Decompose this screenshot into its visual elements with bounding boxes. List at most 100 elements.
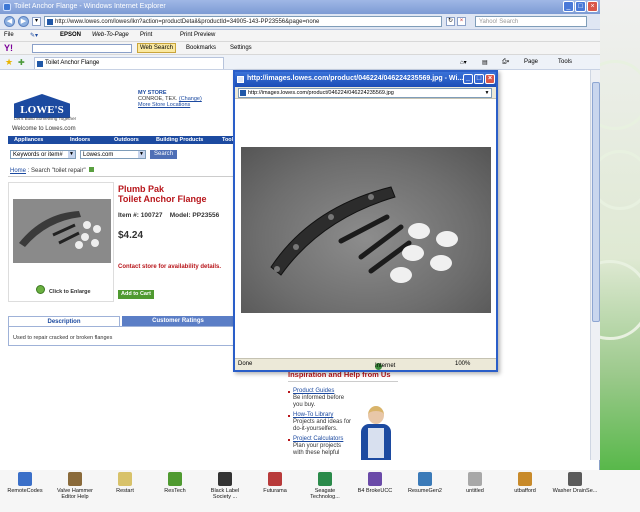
dropdown-history-icon[interactable]: ▾ [32, 17, 41, 26]
nav-outdoors[interactable]: Outdoors [114, 137, 139, 143]
tab-customer-ratings[interactable]: Customer Ratings [122, 316, 234, 326]
shortcut-label: Futurama [263, 488, 287, 494]
forward-button[interactable]: ▶ [18, 16, 29, 27]
product-guides-link[interactable]: Product Guides [293, 388, 334, 394]
help-item: Project Calculators Plan your projects w… [288, 436, 352, 457]
nav-indoors[interactable]: Indoors [70, 137, 90, 143]
add-to-cart-button[interactable]: Add to Cart [118, 290, 154, 299]
desktop-shortcut[interactable]: ResumeGen2 [402, 472, 448, 510]
chevron-down-icon[interactable]: ▼ [483, 89, 491, 97]
close-button[interactable]: × [587, 1, 598, 12]
window-titlebar: Toilet Anchor Flange - Windows Internet … [0, 0, 600, 14]
page-scrollbar[interactable] [590, 70, 600, 460]
desktop-shortcut[interactable]: RemoteCodes [2, 472, 48, 510]
more-stores-link[interactable]: More Store Locations [138, 102, 190, 108]
zoom-level[interactable]: 100% [455, 361, 470, 367]
refresh-icon[interactable]: ↻ [446, 17, 455, 26]
feeds-icon[interactable]: ▤ [482, 59, 488, 66]
page-icon [240, 90, 246, 96]
chevron-down-icon: ▼ [68, 151, 75, 158]
yahoo-search-input[interactable]: Yahoo! Search [475, 16, 587, 27]
chevron-down-icon: ▼ [138, 151, 145, 158]
bookmarks-button[interactable]: Bookmarks [186, 45, 216, 51]
shortcut-label: RemoteCodes [7, 488, 43, 494]
tab-favicon [37, 61, 43, 67]
print-preview-button[interactable]: Print Preview [180, 32, 215, 38]
popup-titlebar: http://images.lowes.com/product/046224/0… [235, 72, 496, 87]
settings-button[interactable]: Settings [230, 45, 252, 51]
shortcut-label: Washer DrainSe... [552, 488, 598, 494]
tools-menu[interactable]: Tools [558, 59, 572, 65]
popup-close-button[interactable]: × [485, 74, 495, 84]
tab-title: Toilet Anchor Flange [45, 60, 100, 66]
print-icon[interactable]: ⎙▾ [502, 59, 509, 66]
click-to-enlarge[interactable]: Click to Enlarge [49, 289, 91, 295]
edit-icon[interactable]: ✎▾ [30, 32, 38, 39]
address-input[interactable]: http://www.lowes.com/lowes/lkn?action=pr… [44, 16, 442, 27]
stop-icon[interactable]: × [457, 17, 466, 26]
desktop-shortcut[interactable]: B4 BrokeUCC [352, 472, 398, 510]
rss-icon[interactable] [89, 167, 95, 172]
shortcut-icon [18, 472, 32, 486]
home-icon[interactable]: ⌂▾ [460, 59, 467, 66]
desktop-shortcut[interactable]: Valve Hammer Editor Help [52, 472, 98, 510]
category-nav: Appliances Indoors Outdoors Building Pro… [8, 136, 236, 144]
window-title: Toilet Anchor Flange - Windows Internet … [14, 3, 166, 10]
search-placeholder: Yahoo! Search [479, 19, 519, 25]
popup-title: http://images.lowes.com/product/046224/0… [247, 75, 464, 82]
add-favorite-icon[interactable]: ✚ [18, 58, 25, 67]
shortcut-label: untitled [466, 488, 484, 494]
tagline: Let's Build Something Together [14, 116, 77, 121]
model-number-value: Model: PP23556 [169, 212, 220, 219]
back-button[interactable]: ◀ [4, 16, 15, 27]
maximize-button[interactable]: □ [575, 1, 586, 12]
yahoo-toolbar-input[interactable] [32, 44, 132, 53]
popup-maximize-button[interactable]: □ [474, 74, 484, 84]
favorites-star-icon[interactable]: ★ [5, 57, 13, 68]
desktop-shortcut[interactable]: Restart [102, 472, 148, 510]
associate-photo [356, 406, 396, 460]
breadcrumb: Home : Search "toilet repair" [10, 167, 95, 174]
shortcut-icon [318, 472, 332, 486]
nav-building-products[interactable]: Building Products [156, 137, 203, 143]
tab-description[interactable]: Description [8, 316, 120, 326]
tab-toilet-anchor-flange[interactable]: Toilet Anchor Flange [34, 57, 224, 69]
shortcut-icon [368, 472, 382, 486]
breadcrumb-search: : Search "toilet repair" [27, 168, 86, 174]
nav-appliances[interactable]: Appliances [14, 137, 43, 143]
desktop-shortcut[interactable]: utbafford [502, 472, 548, 510]
yahoo-logo[interactable]: Y! [4, 43, 13, 53]
product-thumbnail[interactable] [13, 199, 111, 263]
page-menu[interactable]: Page [524, 59, 538, 65]
epson-menu[interactable]: EPSON [60, 32, 81, 38]
ie-icon [3, 3, 11, 11]
divider [8, 176, 234, 177]
item-number: Item #: 100727 Model: PP23556 [118, 212, 219, 219]
print-button[interactable]: Print [140, 32, 152, 38]
desktop-shortcut[interactable]: untitled [452, 472, 498, 510]
search-type-value: Keywords or item# [13, 152, 63, 158]
desktop-shortcut[interactable]: ResTech [152, 472, 198, 510]
desktop-shortcut[interactable]: Washer DrainSe... [552, 472, 598, 510]
my-store-box: MY STORE CONROE, TEX. (Change) More Stor… [138, 90, 202, 108]
file-menu[interactable]: File [4, 32, 14, 38]
zoom-icon[interactable] [36, 285, 45, 294]
desktop-shortcut[interactable]: Futurama [252, 472, 298, 510]
popup-minimize-button[interactable]: _ [463, 74, 473, 84]
web-search-button[interactable]: Web Search [137, 43, 176, 53]
search-button[interactable]: Search [150, 150, 178, 159]
how-to-library-link[interactable]: How-To Library [293, 412, 333, 418]
popup-address-input[interactable]: http://images.lowes.com/product/046224/0… [238, 88, 492, 98]
project-calculators-link[interactable]: Project Calculators [293, 436, 343, 442]
search-scope-value: Lowes.com [83, 152, 114, 158]
scrollbar-thumb[interactable] [592, 82, 600, 322]
minimize-button[interactable]: _ [563, 1, 574, 12]
search-scope-select[interactable]: Lowes.com ▼ [80, 150, 146, 159]
search-type-select[interactable]: Keywords or item# ▼ [10, 150, 76, 159]
desktop-shortcut[interactable]: Black Label Society ... [202, 472, 248, 510]
desktop-shortcut[interactable]: Seagate Technolog... [302, 472, 348, 510]
web-to-page-menu[interactable]: Web-To-Page [92, 32, 129, 38]
zone-label: Internet [375, 363, 396, 369]
breadcrumb-home[interactable]: Home [10, 168, 26, 174]
shortcut-icon [468, 472, 482, 486]
